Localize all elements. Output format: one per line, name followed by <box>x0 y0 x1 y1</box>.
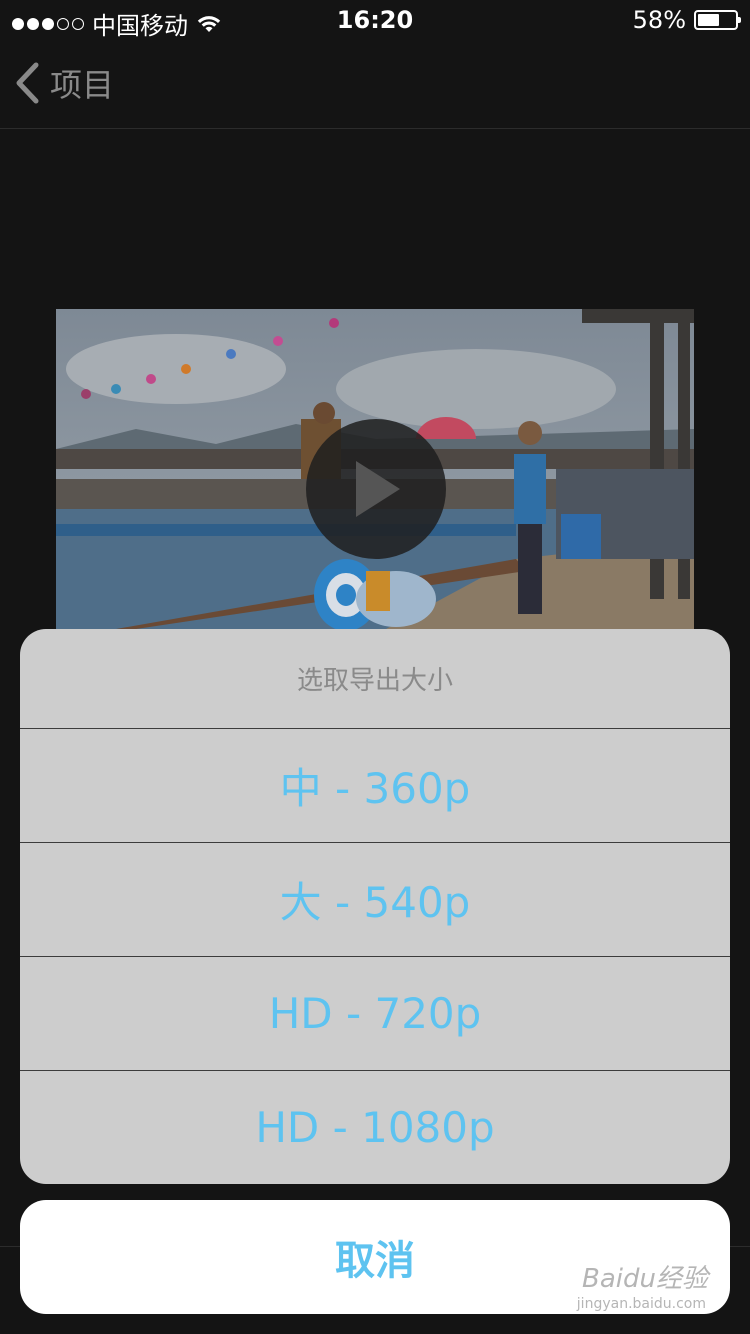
export-size-action-sheet: 选取导出大小 中 - 360p 大 - 540p HD - 720p HD - … <box>20 629 730 1184</box>
option-720p[interactable]: HD - 720p <box>20 957 730 1071</box>
play-icon <box>356 461 400 517</box>
play-button[interactable] <box>306 419 446 559</box>
navigation-bar: 项目 <box>0 40 750 129</box>
back-button[interactable]: 项目 <box>14 60 114 106</box>
option-360p[interactable]: 中 - 360p <box>20 729 730 843</box>
chevron-left-icon <box>16 62 39 104</box>
action-sheet-title: 选取导出大小 <box>20 629 730 729</box>
battery-fill <box>698 14 719 26</box>
option-1080p[interactable]: HD - 1080p <box>20 1071 730 1184</box>
video-preview[interactable] <box>56 309 694 629</box>
battery-icon <box>694 10 741 30</box>
option-540p[interactable]: 大 - 540p <box>20 843 730 957</box>
watermark-url: jingyan.baidu.com <box>576 1296 706 1312</box>
back-label: 项目 <box>50 66 115 104</box>
status-bar: 中国移动 16:20 58% <box>0 0 750 40</box>
battery-percent: 58% <box>632 6 686 34</box>
watermark-logo: Baidu经验 <box>582 1264 708 1294</box>
status-bar-right: 58% <box>632 6 741 34</box>
